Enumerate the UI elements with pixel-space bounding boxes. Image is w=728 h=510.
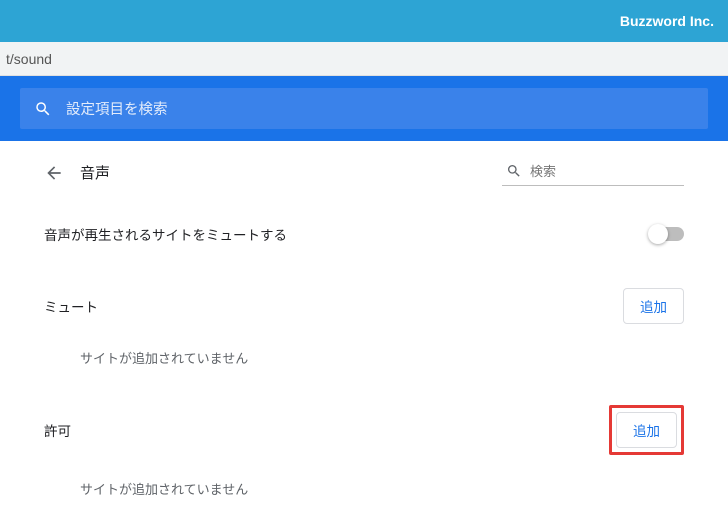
page-title: 音声 (80, 162, 110, 183)
settings-content: 音声 音声が再生されるサイトをミュートする ミュート 追加 サイトが追加されてい… (0, 141, 728, 510)
back-arrow-icon[interactable] (44, 163, 64, 183)
annotation-highlight: 追加 (609, 405, 684, 455)
settings-search-placeholder: 設定項目を検索 (66, 98, 168, 119)
allow-section-title: 許可 (44, 420, 71, 440)
allow-add-button[interactable]: 追加 (616, 412, 677, 448)
allow-empty-message: サイトが追加されていません (24, 461, 704, 510)
brand-name: Buzzword Inc. (620, 13, 714, 29)
settings-search-header: 設定項目を検索 (0, 76, 728, 141)
in-page-filter[interactable] (502, 159, 684, 186)
page-header: 音声 (24, 141, 704, 206)
mute-add-button[interactable]: 追加 (623, 288, 684, 324)
search-icon (34, 100, 52, 118)
filter-input[interactable] (530, 164, 680, 179)
mute-empty-message: サイトが追加されていません (24, 330, 704, 379)
mute-sites-toggle[interactable] (650, 227, 684, 241)
mute-section-title: ミュート (44, 296, 98, 316)
allow-section-header: 許可 追加 (24, 379, 704, 461)
top-brand-bar: Buzzword Inc. (0, 0, 728, 42)
url-fragment: t/sound (6, 51, 52, 67)
search-icon (506, 163, 522, 179)
address-bar[interactable]: t/sound (0, 42, 728, 76)
mute-sites-toggle-row: 音声が再生されるサイトをミュートする (24, 206, 704, 262)
mute-section-header: ミュート 追加 (24, 262, 704, 330)
settings-search-input[interactable]: 設定項目を検索 (20, 88, 708, 129)
mute-sites-label: 音声が再生されるサイトをミュートする (44, 224, 287, 244)
